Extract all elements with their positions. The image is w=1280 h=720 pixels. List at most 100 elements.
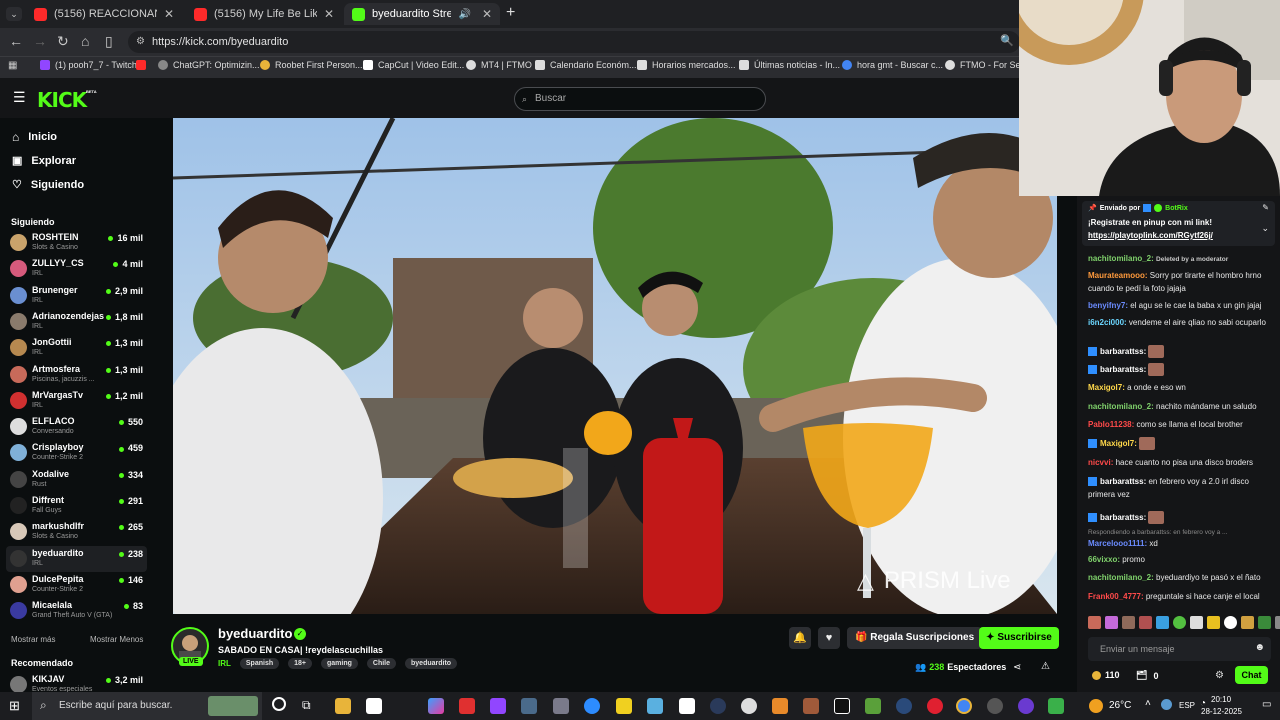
file-explorer-icon[interactable]	[335, 698, 351, 714]
opera-gx-icon[interactable]	[1018, 698, 1034, 714]
bookmark-roobet[interactable]: Roobet First Person...	[260, 60, 363, 70]
tiktok-icon[interactable]	[834, 698, 850, 714]
zoom-app-icon[interactable]	[584, 698, 600, 714]
chat-send-button[interactable]: Chat	[1235, 666, 1268, 684]
gift-subs-button[interactable]: 🎁 Regala Suscripciones	[847, 627, 983, 649]
bookmark-twitch[interactable]: (1) pooh7_7 - Twitch	[40, 60, 137, 70]
chat-username[interactable]: nachitomilano_2	[1088, 402, 1151, 411]
following-channel-dulcepepita[interactable]: DulcePepita Counter-Strike 2 146	[6, 572, 147, 598]
tag-chile[interactable]: Chile	[366, 658, 397, 669]
forward-arrow-icon[interactable]: →	[33, 33, 47, 49]
search-input[interactable]: ⌕ Buscar	[514, 87, 766, 111]
nav-siguiendo[interactable]: ♡ Siguiendo	[12, 178, 84, 192]
emote-icon[interactable]	[1122, 616, 1135, 629]
app-orange-icon[interactable]	[772, 698, 788, 714]
bookmark-calendario[interactable]: Calendario Económ...	[535, 60, 637, 70]
pinned-link[interactable]: https://playtoplink.com/RGytf26j/	[1088, 231, 1213, 240]
network-icon[interactable]	[1161, 699, 1172, 710]
following-channel-elflaco[interactable]: ELFLACO Conversando 550	[6, 414, 147, 440]
following-channel-brunenger[interactable]: Brunenger IRL 2,9 mil	[6, 283, 147, 309]
chat-username[interactable]: Pablo11238	[1088, 420, 1132, 429]
hamburger-menu-icon[interactable]: ☰	[13, 89, 26, 106]
close-icon[interactable]: ✕	[482, 7, 492, 21]
chat-username[interactable]: nachitomilano_2	[1088, 254, 1151, 263]
opera-icon[interactable]	[927, 698, 943, 714]
subscribe-button[interactable]: ✦ Suscribirse	[979, 627, 1059, 649]
following-channel-micaelala[interactable]: Micaelala Grand Theft Auto V (GTA) 83	[6, 598, 147, 624]
capcut-icon[interactable]	[679, 698, 695, 714]
following-channel-byeduardito[interactable]: byeduardito IRL 238	[6, 545, 147, 572]
tab-list-chevron-icon[interactable]: ⌄	[6, 7, 22, 21]
chat-settings-gear-icon[interactable]: ⚙	[1215, 670, 1224, 681]
show-less-link[interactable]: Mostrar Menos	[90, 635, 143, 644]
chat-username[interactable]: barbarattss	[1100, 513, 1144, 522]
chat-username[interactable]: Maxigol7	[1088, 383, 1122, 392]
chat-username[interactable]: Maxigol7	[1100, 439, 1134, 448]
reload-icon[interactable]: ↻	[57, 33, 69, 50]
emote-icon[interactable]	[1105, 616, 1118, 629]
emote-icon[interactable]	[1258, 616, 1271, 629]
bookmark-horarios[interactable]: Horarios mercados...	[637, 60, 736, 70]
channel-name[interactable]: byeduardito	[218, 626, 292, 641]
following-channel-mrvargastv[interactable]: MrVargasTv IRL 1,2 mil	[6, 388, 147, 414]
follow-heart-button[interactable]: ♥	[818, 627, 840, 649]
close-icon[interactable]: ✕	[164, 7, 174, 21]
bookmark-noticias[interactable]: Últimas noticias - In...	[739, 60, 840, 70]
taskbar-search-box[interactable]: ⌕ Escribe aquí para buscar.	[32, 692, 262, 720]
emote-icon[interactable]	[1241, 616, 1254, 629]
chat-username[interactable]: Maurateamooo	[1088, 271, 1145, 280]
chevron-down-icon[interactable]: ⌄	[1261, 223, 1269, 234]
chrome-icon[interactable]	[956, 698, 972, 714]
tab-my-life[interactable]: (5156) My Life Be Like (Keefer R ✕	[186, 3, 342, 25]
video-player[interactable]: △ PRISM Live	[173, 118, 1057, 614]
app-blue-icon[interactable]	[647, 698, 663, 714]
chat-username[interactable]: barbarattss	[1100, 477, 1144, 486]
bookmark-mt4[interactable]: MT4 | FTMO	[466, 60, 532, 70]
emote-icon[interactable]	[1088, 616, 1101, 629]
url-field[interactable]: ⚙ https://kick.com/byeduardito	[128, 31, 1020, 53]
tag-gaming[interactable]: gaming	[321, 658, 358, 669]
cards-row[interactable]: 🗂 0	[1136, 670, 1158, 681]
nav-inicio[interactable]: ⌂ Inicio	[12, 130, 57, 144]
following-channel-zullyy_cs[interactable]: ZULLYY_CS IRL 4 mil	[6, 256, 147, 282]
steam-icon[interactable]	[896, 698, 912, 714]
emote-icon[interactable]	[1190, 616, 1203, 629]
chat-username[interactable]: Frank00_4777	[1088, 592, 1141, 601]
chat-username[interactable]: barbarattss	[1100, 347, 1144, 356]
tab-byeduardito[interactable]: byeduardito Stream - Watch 🔊 ✕	[344, 3, 500, 25]
bookmark-ftmo[interactable]: FTMO - For Serio	[945, 60, 1031, 70]
bookmark-youtube[interactable]	[136, 60, 146, 70]
notepad-icon[interactable]	[366, 698, 382, 714]
chat-username[interactable]: 66vixxo	[1088, 555, 1117, 564]
app-red-icon[interactable]	[459, 698, 475, 714]
back-arrow-icon[interactable]: ←	[9, 33, 23, 49]
emote-icon[interactable]	[1224, 616, 1237, 629]
bookmark-chatgpt[interactable]: ChatGPT: Optimizin...	[158, 60, 260, 70]
app-gear-icon[interactable]	[741, 698, 757, 714]
windows-start-icon[interactable]: ⊞	[9, 698, 20, 714]
emote-icon[interactable]	[1173, 616, 1186, 629]
tray-chevron-icon[interactable]: ˄	[1145, 698, 1151, 709]
following-channel-roshtein[interactable]: ROSHTEIN Slots & Casino 16 mil	[6, 230, 147, 256]
chat-username[interactable]: nachitomilano_2	[1088, 573, 1151, 582]
following-channel-diffrent[interactable]: Diffrent Fall Guys 291	[6, 493, 147, 519]
apps-grid-icon[interactable]: ▦	[8, 60, 17, 71]
chat-username[interactable]: barbarattss	[1100, 365, 1144, 374]
clock-time[interactable]: 20:10	[1211, 695, 1231, 704]
app-recycle-icon[interactable]	[521, 698, 537, 714]
emote-icon[interactable]	[1156, 616, 1169, 629]
minecraft-icon[interactable]	[865, 698, 881, 714]
emote-icon[interactable]	[1275, 616, 1280, 629]
speaker-icon[interactable]: 🔊	[458, 9, 470, 20]
chat-username[interactable]: benyifny7	[1088, 301, 1125, 310]
kick-logo[interactable]: KICK	[37, 88, 87, 112]
close-icon[interactable]: ✕	[324, 7, 334, 21]
following-channel-artmosfera[interactable]: Artmosfera Piscinas, jacuzzis ... 1,3 mil	[6, 362, 147, 388]
language-indicator[interactable]: ESP	[1179, 701, 1195, 710]
app-square-icon[interactable]	[803, 698, 819, 714]
share-icon[interactable]: ⋖	[1013, 662, 1021, 673]
emote-icon[interactable]	[1139, 616, 1152, 629]
show-more-link[interactable]: Mostrar más	[11, 635, 55, 644]
split-view-icon[interactable]: ▯	[105, 33, 113, 50]
clock-date[interactable]: 28-12-2025	[1201, 707, 1242, 716]
